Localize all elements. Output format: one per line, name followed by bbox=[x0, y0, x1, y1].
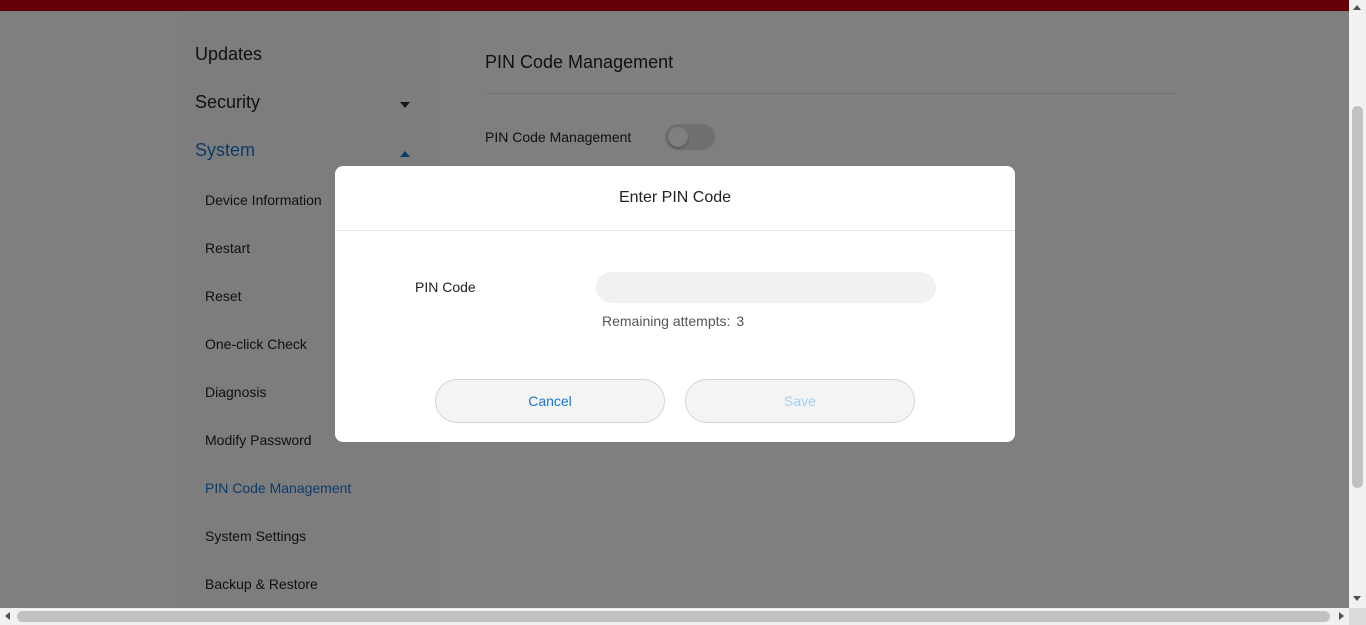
dialog-title: Enter PIN Code bbox=[618, 189, 732, 206]
vertical-scroll-thumb[interactable] bbox=[1352, 106, 1363, 488]
horizontal-scroll-thumb[interactable] bbox=[17, 611, 1330, 622]
scroll-down-icon[interactable] bbox=[1353, 596, 1361, 601]
dialog-divider bbox=[335, 230, 1015, 231]
scroll-right-icon[interactable] bbox=[1339, 612, 1344, 620]
scroll-up-icon[interactable] bbox=[1353, 5, 1361, 10]
cancel-button[interactable]: Cancel bbox=[435, 379, 665, 423]
save-button[interactable]: Save bbox=[685, 379, 915, 423]
enter-pin-dialog: Enter PIN Code PIN Code Remaining attemp… bbox=[335, 166, 1015, 442]
horizontal-scrollbar[interactable] bbox=[0, 608, 1349, 625]
remaining-attempts-count: 3 bbox=[736, 313, 745, 329]
remaining-attempts-label: Remaining attempts: bbox=[602, 313, 731, 329]
remaining-attempts: Remaining attempts: 3 bbox=[602, 313, 744, 329]
vertical-scrollbar[interactable] bbox=[1349, 0, 1366, 608]
pin-code-label: PIN Code bbox=[415, 279, 476, 295]
scroll-left-icon[interactable] bbox=[5, 612, 10, 620]
scrollbar-corner bbox=[1349, 608, 1366, 625]
pin-code-input[interactable] bbox=[596, 272, 936, 303]
